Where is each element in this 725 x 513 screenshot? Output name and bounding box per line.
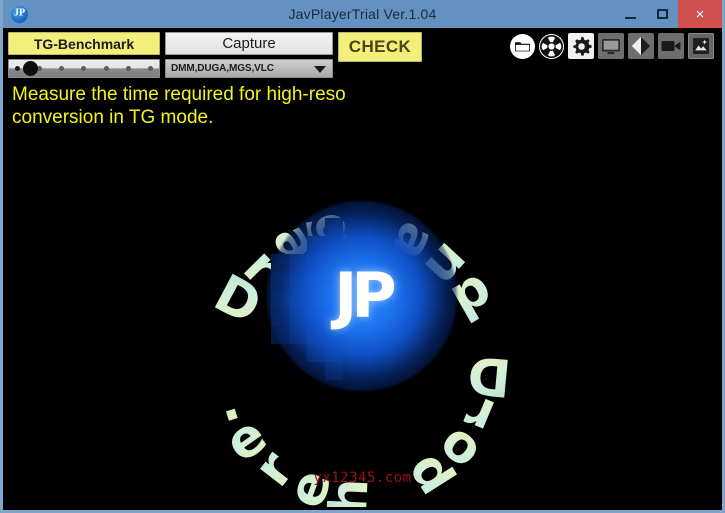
close-button[interactable]: × (678, 0, 722, 28)
site-select-dropdown[interactable]: DMM,DUGA,MGS,VLC (165, 59, 333, 78)
slider-tick (103, 66, 109, 71)
slider-tick (59, 66, 65, 71)
brightness-button[interactable] (628, 33, 654, 59)
toolbar-row-top: TG-Benchmark Capture CHECK (8, 32, 422, 62)
monitor-button[interactable] (598, 33, 624, 59)
drop-text-char: . (209, 371, 247, 435)
camera-icon (661, 41, 681, 51)
site-select-value: DMM,DUGA,MGS,VLC (171, 63, 274, 74)
chevron-down-icon (314, 65, 326, 73)
slider-thumb[interactable] (23, 61, 38, 76)
monitor-icon (602, 38, 620, 54)
drop-canvas[interactable]: Measure the time required for high-reso … (6, 84, 719, 507)
toolbar-icon-group (510, 33, 714, 59)
minimize-icon (624, 16, 636, 19)
tg-benchmark-button[interactable]: TG-Benchmark (8, 32, 160, 55)
drop-text-char: r (242, 440, 306, 498)
drop-text-char: D (464, 342, 514, 407)
slider-tick (15, 66, 20, 71)
folder-icon (515, 42, 530, 52)
capture-button[interactable]: Capture (165, 32, 333, 55)
image-effect-button[interactable] (688, 33, 714, 59)
drop-text-char: r (455, 381, 503, 447)
maximize-icon (656, 9, 668, 19)
toolbar-row-bottom: DMM,DUGA,MGS,VLC (8, 59, 333, 78)
check-button[interactable]: CHECK (338, 32, 422, 62)
title-bar: JP JavPlayerTrial Ver.1.04 × (3, 0, 722, 28)
maximize-button[interactable] (646, 0, 678, 28)
close-icon: × (695, 5, 705, 23)
app-window: JP JavPlayerTrial Ver.1.04 × TG-Benchmar… (0, 0, 725, 513)
folder-button[interactable] (510, 33, 535, 59)
orb-logo: JP (334, 258, 397, 332)
watermark: yx12345.com (313, 470, 412, 486)
app-icon: JP (11, 5, 28, 23)
gear-icon (572, 36, 592, 56)
quality-slider[interactable] (8, 59, 160, 78)
app-icon-label: JP (13, 7, 26, 19)
settings-button[interactable] (568, 33, 594, 59)
drop-text-char: D (204, 262, 271, 337)
brightness-icon (631, 36, 651, 56)
slider-tick (81, 66, 87, 71)
image-effect-icon (693, 38, 709, 54)
drop-text-char: e (213, 404, 278, 474)
disc-media-icon (540, 34, 563, 58)
disc-media-button[interactable] (539, 33, 564, 59)
record-button[interactable] (658, 33, 684, 59)
slider-tick (125, 66, 131, 71)
window-controls: × (614, 0, 722, 28)
minimize-button[interactable] (614, 0, 646, 28)
hint-text: Measure the time required for high-reso … (12, 84, 346, 128)
slider-tick (147, 66, 153, 71)
toolbar: TG-Benchmark Capture CHECK DMM,DUGA,MGS,… (3, 28, 722, 84)
